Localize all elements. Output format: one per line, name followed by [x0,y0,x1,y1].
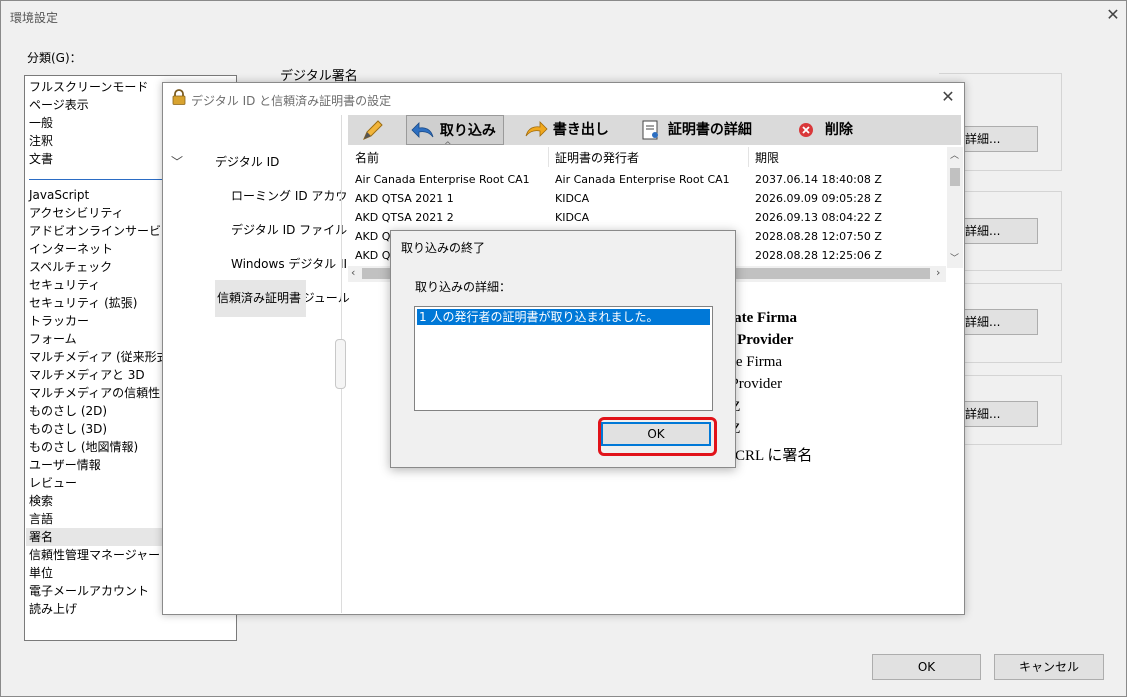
cancel-button[interactable]: キャンセル [994,654,1104,680]
detail-button[interactable]: 詳細... [956,218,1038,244]
category-item[interactable]: セキュリティ (拡張) [29,294,137,312]
import-label: 取り込み [439,123,496,139]
import-button[interactable]: 取り込み [406,115,504,145]
pencil-icon[interactable] [360,115,390,145]
column-separator[interactable] [748,147,749,167]
category-item[interactable]: 検索 [29,492,53,510]
category-item[interactable]: アクセシビリティ [29,204,124,222]
category-item[interactable]: マルチメディア (従来形式) [29,348,173,366]
table-cell[interactable]: 2028.08.28 12:25:06 Z [755,249,882,262]
category-item[interactable]: 文書 [29,150,53,168]
details-label: 取り込みの詳細： [415,280,512,294]
vertical-scrollbar[interactable]: ︿ ﹀ [947,147,963,268]
chevron-right-icon[interactable]: › [936,266,940,279]
detail-button[interactable]: 詳細... [956,309,1038,335]
table-cell[interactable]: AKD QTSA 2021 1 [355,192,454,205]
table-cell[interactable]: 2037.06.14 18:40:08 Z [755,173,882,186]
category-item[interactable]: JavaScript [29,186,89,204]
lock-icon [172,89,186,105]
table-cell[interactable]: 2026.09.13 08:04:22 Z [755,211,882,224]
list-item[interactable]: 1 人の発行者の証明書が取り込まれました。 [417,309,710,325]
delete-label: 削除 [824,122,853,138]
category-item[interactable]: 注釈 [29,132,53,150]
window-title: 環境設定 [10,11,59,25]
table-cell[interactable]: Air Canada Enterprise Root CA1 [555,173,730,186]
table-cell[interactable]: AKD Q [355,230,390,243]
table-cell[interactable]: AKD Q [355,249,390,262]
category-item[interactable]: 言語 [29,510,53,528]
chevron-left-icon[interactable]: ‹ [351,266,355,279]
category-item[interactable]: 信頼性管理マネージャー [29,546,160,564]
category-item[interactable]: レビュー [29,474,77,492]
details-list[interactable]: 1 人の発行者の証明書が取り込まれました。 [414,306,713,411]
category-item[interactable]: 一般 [29,114,53,132]
category-item[interactable]: フォーム [29,330,77,348]
category-item[interactable]: ものさし (地図情報) [29,438,138,456]
category-item[interactable]: フルスクリーンモード [29,78,148,96]
scroll-thumb[interactable] [950,168,960,186]
export-label: 書き出し [552,122,609,138]
table-cell[interactable]: 2026.09.09 09:05:28 Z [755,192,882,205]
ok-button[interactable]: OK [872,654,981,680]
close-icon[interactable]: ✕ [938,87,958,106]
cert-details-label: 証明書の詳細 [667,122,752,138]
table-cell[interactable]: Air Canada Enterprise Root CA1 [355,173,530,186]
detail-button[interactable]: 詳細... [956,126,1038,152]
category-item[interactable]: 電子メールアカウント [29,582,149,600]
sort-caret-icon: ^ [444,141,452,151]
category-item[interactable]: セキュリティ [29,276,100,294]
delete-icon [799,123,813,137]
certificate-icon [642,120,658,140]
category-item[interactable]: ユーザー情報 [29,456,101,474]
column-header-name[interactable]: 名前 [355,149,379,166]
table-cell[interactable]: 2028.08.28 12:07:50 Z [755,230,882,243]
nav-item-trusted-certs[interactable]: 信頼済み証明書 [217,289,301,306]
column-header-expiry[interactable]: 期限 [755,149,779,166]
category-item[interactable]: マルチメディアと 3D [29,366,145,384]
category-item[interactable]: ページ表示 [29,96,89,114]
detail-button[interactable]: 詳細... [956,401,1038,427]
cert-details-button[interactable]: 証明書の詳細 [639,115,781,145]
splitter-handle[interactable] [335,339,346,389]
column-header-issuer[interactable]: 証明書の発行者 [555,149,639,166]
export-arrow-icon [525,121,548,137]
chevron-up-icon[interactable]: ︿ [950,148,959,161]
chevron-down-icon[interactable]: ﹀ [950,251,959,264]
nav-item-digital-id[interactable]: デジタル ID [215,153,279,170]
import-complete-dialog: 取り込みの終了 取り込みの詳細： 1 人の発行者の証明書が取り込まれました。 O… [390,230,736,468]
dialog-title: 取り込みの終了 [401,241,486,255]
close-icon[interactable]: ✕ [1103,5,1123,24]
highlight-box [598,417,717,456]
table-cell[interactable]: KIDCA [555,211,589,224]
category-item[interactable]: ものさし (3D) [29,420,107,438]
toolbar: 取り込み 書き出し 証明書の詳細 削除 [348,115,961,145]
table-cell[interactable]: AKD QTSA 2021 2 [355,211,454,224]
category-item[interactable]: アドビオンラインサービス [29,222,173,240]
table-cell[interactable]: KIDCA [555,192,589,205]
category-item[interactable]: 単位 [29,564,53,582]
category-item[interactable]: 読み上げ [29,600,77,618]
export-button[interactable]: 書き出し [524,115,624,145]
delete-button[interactable]: 削除 [798,115,868,145]
category-item[interactable]: インターネット [29,240,113,258]
category-item[interactable]: スペルチェック [29,258,112,276]
category-item[interactable]: トラッカー [29,312,89,330]
nav-tree: ﹀ デジタル ID ローミング ID アカウン デジタル ID ファイル Win… [163,115,359,613]
category-item[interactable]: ものさし (2D) [29,402,107,420]
import-arrow-icon [411,122,434,138]
chevron-down-icon[interactable]: ﹀ [171,153,183,170]
category-item[interactable]: マルチメディアの信頼性 (従 [29,384,181,402]
category-item-selected[interactable]: 署名 [26,528,163,546]
dialog-title: デジタル ID と信頼済み証明書の設定 [191,94,392,108]
nav-item-id-file[interactable]: デジタル ID ファイル [231,221,347,238]
nav-item-windows[interactable]: Windows デジタル II [231,255,347,272]
category-label: 分類(G)： [27,51,82,65]
column-separator[interactable] [548,147,549,167]
